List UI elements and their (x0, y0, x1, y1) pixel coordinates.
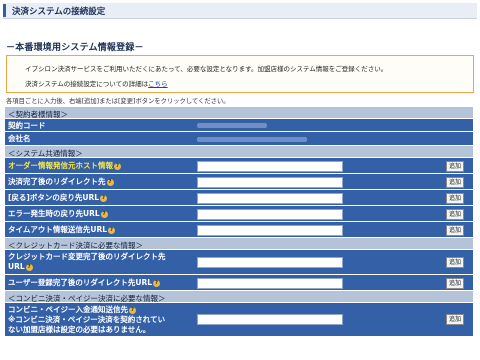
label-card-change-redirect: クレジットカード変更完了後のリダイレクト先 URL? (8, 252, 186, 272)
label-order-host-text: オーダー情報発信元ホスト情報 (8, 161, 113, 170)
label-timeout-url-text: タイムアウト情報送信先URL (8, 225, 107, 234)
section-header-credit: ＜クレジットカード決済に必要な情報＞ (5, 238, 473, 250)
title-accent-bar (3, 4, 6, 17)
label-redirect-after: 決済完了後のリダイレクト先? (8, 177, 186, 187)
back-url-input[interactable] (197, 193, 343, 204)
help-icon[interactable]: ? (106, 178, 114, 186)
masked-contract-code (197, 123, 267, 128)
label-error-url: エラー発生時の戻り先URL? (8, 209, 186, 219)
label-back-url: [戻る]ボタンの戻り先URL? (8, 193, 186, 203)
help-icon[interactable]: ? (129, 306, 136, 314)
add-button[interactable]: 追加 (446, 257, 464, 268)
error-url-input[interactable] (197, 209, 343, 220)
row-company-name: 会社名 (5, 132, 473, 146)
label-redirect-after-text: 決済完了後のリダイレクト先 (8, 177, 106, 186)
help-icon[interactable]: ? (114, 162, 121, 170)
help-icon[interactable]: ? (153, 279, 160, 287)
add-button[interactable]: 追加 (446, 209, 464, 220)
label-back-url-text: [戻る]ボタンの戻り先URL (8, 193, 99, 202)
conveni-note-line1: ※コンビニ決済・ペイジー決済を契約されてい (8, 315, 166, 324)
notice-detail-text: 決済システムの接続設定についての詳細は (25, 80, 149, 88)
row-redirect-after: 決済完了後のリダイレクト先? 追加 (5, 174, 473, 190)
section-header-contract: ＜契約者様情報＞ (5, 107, 473, 119)
add-button[interactable]: 追加 (446, 314, 464, 325)
section-header-conveni: ＜コンビニ決済・ペイジー決済に必要な情報＞ (5, 291, 473, 303)
add-button[interactable]: 追加 (446, 278, 464, 289)
label-order-host: オーダー情報発信元ホスト情報? (8, 161, 186, 171)
details-link[interactable]: こちら (148, 80, 168, 88)
row-back-url: [戻る]ボタンの戻り先URL? 追加 (5, 190, 473, 206)
label-company-name: 会社名 (8, 134, 31, 143)
card-change-redirect-input[interactable] (197, 257, 343, 268)
row-timeout-url: タイムアウト情報送信先URL? 追加 (5, 222, 473, 238)
label-conveni-notify-text: コンビニ・ペイジー入金通知送信先 (8, 305, 128, 314)
section-title: －本番環境用システム情報登録－ (6, 43, 144, 53)
help-icon[interactable]: ? (100, 210, 108, 218)
row-user-reg-redirect: ユーザー登録完了後のリダイレクト先URL? 追加 (5, 275, 473, 291)
label-error-url-text: エラー発生時の戻り先URL (8, 209, 100, 218)
order-host-input[interactable] (197, 161, 343, 172)
settings-table: ＜契約者様情報＞ 契約コード 会社名 ＜システム共通情報＞ オーダー情報発信元ホ… (5, 107, 473, 359)
label-timeout-url: タイムアウト情報送信先URL? (8, 225, 186, 235)
label-card-change-line2: URL (8, 262, 25, 271)
row-card-change-redirect: クレジットカード変更完了後のリダイレクト先 URL? 追加 (5, 250, 473, 275)
timeout-url-input[interactable] (197, 225, 343, 236)
help-icon[interactable]: ? (108, 226, 115, 234)
add-button[interactable]: 追加 (446, 177, 464, 188)
row-contract-code: 契約コード (5, 119, 473, 132)
label-conveni-notify: コンビニ・ペイジー入金通知送信先? ※コンビニ決済・ペイジー決済を契約されてい ない… (8, 305, 186, 335)
label-card-change-line1: クレジットカード変更完了後のリダイレクト先 (8, 252, 166, 261)
help-icon[interactable]: ? (25, 263, 33, 271)
add-button[interactable]: 追加 (446, 225, 464, 236)
row-error-url: エラー発生時の戻り先URL? 追加 (5, 206, 473, 222)
help-icon[interactable]: ? (100, 194, 107, 202)
label-user-reg-redirect: ユーザー登録完了後のリダイレクト先URL? (8, 278, 186, 288)
page-title-bar: 決済システムの接続設定 (3, 3, 477, 19)
conveni-notify-input[interactable] (197, 314, 343, 325)
page-title: 決済システムの接続設定 (12, 7, 106, 17)
add-button[interactable]: 追加 (446, 193, 464, 204)
conveni-note-line2: ない加盟店様は設定の必要はありません。 (8, 325, 151, 334)
row-order-host: オーダー情報発信元ホスト情報? 追加 (5, 158, 473, 174)
notice-text: イプシロン決済サービスをご利用いただくにあたって、必要な設定となります。加盟店様… (25, 65, 388, 73)
instruction-text: 各項目ごとに入力後、右端[追加]または[変更]ボタンをクリックしてください。 (6, 98, 230, 105)
notice-detail: 決済システムの接続設定についての詳細はこちら (25, 78, 168, 88)
redirect-after-input[interactable] (197, 177, 343, 188)
masked-company-name (197, 137, 307, 142)
label-user-reg-text: ユーザー登録完了後のリダイレクト先URL (8, 278, 152, 287)
row-conveni-notify: コンビニ・ペイジー入金通知送信先? ※コンビニ決済・ペイジー決済を契約されてい ない… (5, 303, 473, 337)
user-reg-redirect-input[interactable] (197, 278, 343, 289)
label-contract-code: 契約コード (8, 121, 46, 130)
section-header-system: ＜システム共通情報＞ (5, 146, 473, 158)
add-button[interactable]: 追加 (446, 161, 464, 172)
notice-box: イプシロン決済サービスをご利用いただくにあたって、必要な設定となります。加盟店様… (6, 55, 474, 93)
